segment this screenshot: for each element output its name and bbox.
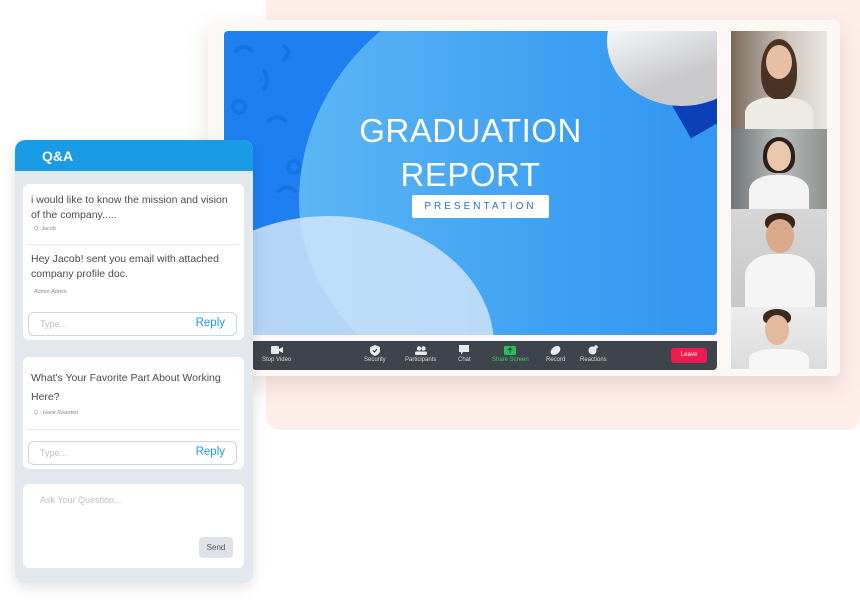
ask-question-box[interactable]: Ask Your Question... Send — [23, 484, 244, 568]
slide-title-line2: REPORT — [400, 156, 541, 193]
participant-face — [766, 219, 794, 253]
participant-body — [745, 254, 815, 307]
qa-title: Q&A — [15, 140, 253, 171]
question-text: What's Your Favorite Part About Working … — [31, 372, 221, 403]
participant-video-3[interactable] — [731, 209, 827, 307]
participant-video-1[interactable] — [731, 31, 827, 129]
presentation-slide: GRADUATION REPORT PRESENTATION — [224, 31, 717, 335]
share-screen-label: Share Screen — [492, 357, 529, 363]
reactions-icon — [588, 343, 599, 357]
reply-field[interactable]: Type... Reply — [28, 312, 237, 336]
leave-button[interactable]: Leave — [671, 348, 707, 363]
send-button[interactable]: Send — [199, 537, 233, 558]
question-author: Q: Jacob — [34, 226, 57, 232]
record-button[interactable]: Record — [546, 343, 565, 363]
divider — [28, 244, 239, 245]
security-button[interactable]: Security — [364, 343, 386, 363]
ask-question-placeholder: Ask Your Question... — [40, 495, 122, 505]
reply-field[interactable]: Type... Reply — [28, 441, 237, 465]
slide-title-line1: GRADUATION — [359, 112, 582, 149]
reply-placeholder: Type... — [40, 448, 68, 458]
participant-body — [749, 175, 809, 209]
slide-subtitle: PRESENTATION — [412, 195, 549, 218]
reactions-button[interactable]: Reactions — [580, 343, 607, 363]
question-author: Q : Hank Rearden — [34, 410, 79, 416]
meeting-toolbar: Stop Video Security Participants Chat Sh… — [252, 341, 717, 370]
chat-button[interactable]: Chat — [458, 343, 471, 363]
chat-bubble-icon — [459, 343, 470, 357]
record-label: Record — [546, 357, 566, 363]
participant-face — [765, 315, 789, 345]
participants-button[interactable]: Participants — [405, 343, 436, 363]
participant-video-strip — [731, 31, 827, 369]
participant-video-2[interactable] — [731, 129, 827, 209]
stop-video-button[interactable]: Stop Video — [262, 343, 291, 363]
participant-body — [749, 349, 809, 369]
shield-check-icon — [369, 343, 380, 357]
participant-body — [745, 97, 813, 129]
participant-video-4[interactable] — [731, 307, 827, 369]
security-label: Security — [364, 357, 386, 363]
answer-author: Admin:Admin — [34, 289, 67, 295]
reply-placeholder: Type... — [40, 319, 68, 329]
question-text: i would like to know the mission and vis… — [31, 194, 228, 221]
share-screen-button[interactable]: Share Screen — [492, 343, 529, 363]
answer-text: Hey Jacob! sent you email with attached … — [31, 253, 219, 280]
participant-face — [767, 141, 791, 171]
video-camera-icon — [270, 343, 283, 357]
participants-label: Participants — [405, 357, 437, 363]
reactions-label: Reactions — [580, 357, 607, 363]
divider — [27, 429, 240, 430]
chat-label: Chat — [458, 357, 471, 363]
participant-face — [766, 45, 792, 79]
reply-button[interactable]: Reply — [196, 446, 225, 458]
record-icon — [550, 343, 561, 357]
stop-video-label: Stop Video — [262, 357, 292, 363]
qa-panel: Q&A i would like to know the mission and… — [15, 140, 253, 583]
qa-thread-2: What's Your Favorite Part About Working … — [23, 357, 244, 469]
people-icon — [414, 343, 427, 357]
reply-button[interactable]: Reply — [196, 317, 225, 329]
share-screen-icon — [504, 343, 517, 357]
qa-thread-1: i would like to know the mission and vis… — [23, 184, 244, 340]
